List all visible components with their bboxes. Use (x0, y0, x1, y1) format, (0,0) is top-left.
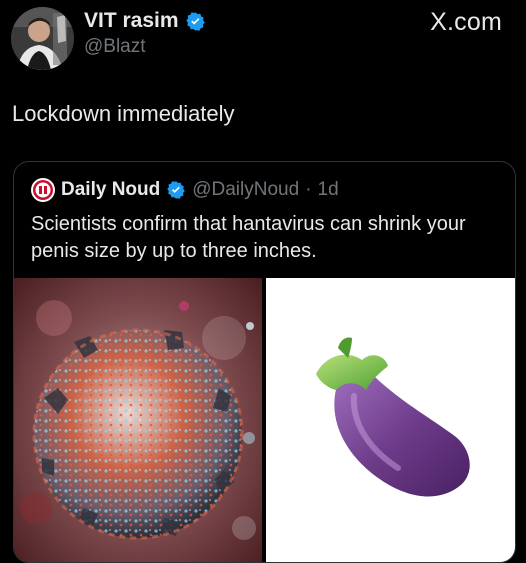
separator-dot: · (305, 179, 312, 200)
author-name-row: VIT rasim (84, 9, 206, 33)
quoted-tweet-text: Scientists confirm that hantavirus can s… (31, 213, 466, 262)
virus-render-image[interactable] (14, 278, 262, 562)
verified-badge-icon (185, 11, 206, 32)
quoted-handle[interactable]: @DailyNoud (192, 179, 299, 201)
quoted-display-name[interactable]: Daily Noud (61, 179, 160, 201)
eggplant-emoji-image[interactable] (266, 278, 515, 562)
avatar[interactable] (11, 7, 74, 70)
brand-label: X.com (430, 8, 502, 36)
author-handle[interactable]: @Blazt (84, 36, 146, 58)
daily-noud-logo (31, 178, 55, 202)
author-display-name[interactable]: VIT rasim (84, 9, 179, 33)
quoted-tweet-card[interactable]: Daily Noud @DailyNoud · 1d Scientists co… (13, 161, 516, 563)
quoted-tweet-header: Daily Noud @DailyNoud · 1d (31, 178, 339, 202)
tweet-text: Lockdown immediately (12, 101, 235, 126)
quoted-timestamp[interactable]: 1d (318, 179, 339, 201)
avatar-photo (11, 7, 74, 70)
verified-badge-icon (166, 180, 186, 200)
